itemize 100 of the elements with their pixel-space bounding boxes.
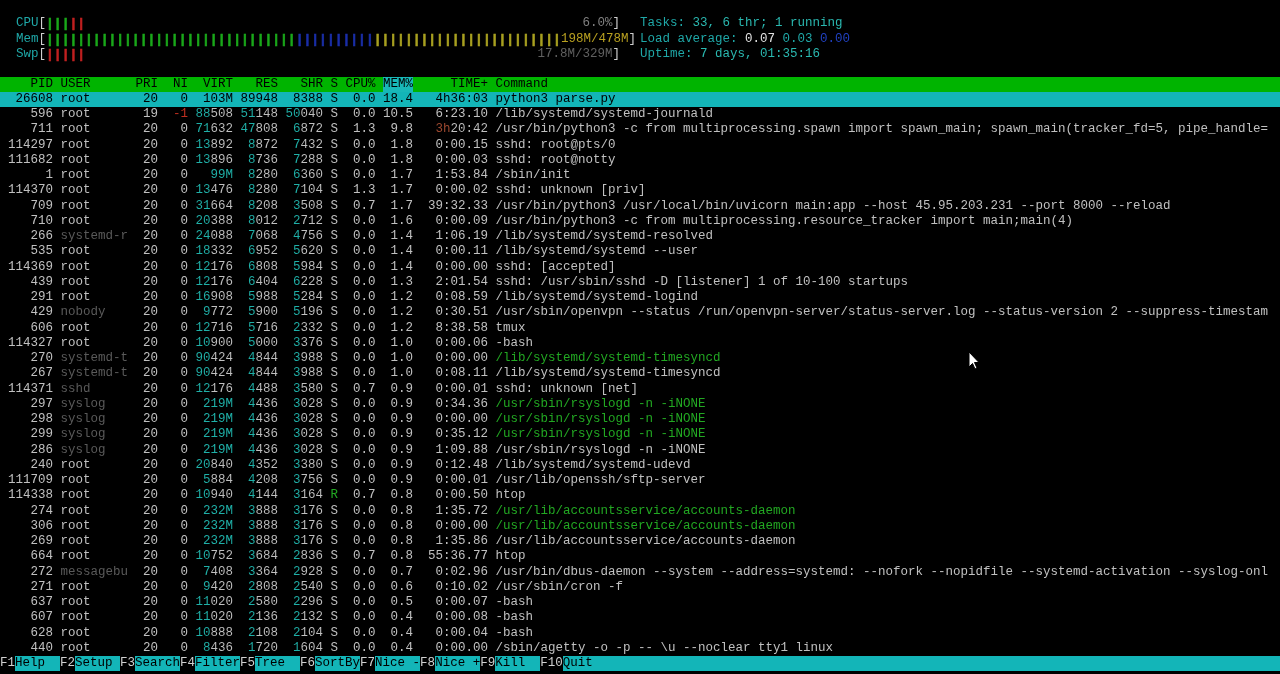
ni-cell-text: 0 <box>179 442 188 458</box>
process-row[interactable]: 271 root 20 0 9420 2808 2540 S 0.0 0.6 0:10.02 /usr/sbin/cron -f <box>0 579 1280 595</box>
process-row[interactable]: 269 root 20 0 232M 3888 3176 S 0.0 0.8 1:35.86 /usr/lib/accountsservice/accounts-daemon <box>0 534 1280 550</box>
function-key-button[interactable]: Filter <box>195 656 241 672</box>
mem-cell: 18.4 <box>383 91 413 107</box>
function-key-button[interactable]: Help <box>15 656 60 672</box>
meter-bracket: [ <box>38 31 47 47</box>
column-header[interactable]: CPU% <box>345 76 376 92</box>
pid-cell-text: 596 <box>29 107 53 123</box>
process-row[interactable]: 664 root 20 0 10752 3684 2836 S 0.7 0.8 55:36.77 htop <box>0 549 1280 565</box>
command-cell: -bash <box>495 335 533 351</box>
ni-cell-text: 0 <box>179 564 188 580</box>
meter-bracket: [ <box>38 47 47 63</box>
pid-cell-text: 271 <box>29 579 53 595</box>
mem-cell-text: 1.7 <box>389 183 413 199</box>
column-header[interactable]: PID <box>8 76 53 92</box>
cpu-cell-text: 0.0 <box>352 320 376 336</box>
process-row[interactable]: 1 root 20 0 99M 8280 6360 S 0.0 1.7 1:53.84 /sbin/init <box>0 168 1280 184</box>
column-header[interactable]: S <box>330 76 338 92</box>
function-key-button[interactable]: Nice - <box>375 656 421 672</box>
process-row[interactable]: 111709 root 20 0 5884 4208 3756 S 0.0 0.9 0:00.01 /usr/lib/openssh/sftp-server <box>0 473 1280 489</box>
column-header[interactable]: PRI <box>135 76 158 92</box>
function-key-button[interactable]: SortBy <box>315 656 361 672</box>
pid-cell-text: 709 <box>29 198 53 214</box>
process-row[interactable]: 535 root 20 0 18332 6952 5620 S 0.0 1.4 0:00.11 /lib/systemd/systemd --user <box>0 244 1280 260</box>
process-row[interactable]: 114369 root 20 0 12176 6808 5984 S 0.0 1.4 0:00.00 sshd: [accepted] <box>0 259 1280 275</box>
pid-cell-text: 274 <box>29 503 53 519</box>
process-row[interactable]: 710 root 20 0 20388 8012 2712 S 0.0 1.6 0:00.09 /usr/bin/python3 -c from multiprocessing.resource_tracker import main;main(4) <box>0 213 1280 229</box>
ni-cell-text: 0 <box>179 412 188 428</box>
function-key-button[interactable]: Kill <box>495 656 541 672</box>
pid-cell-text: 710 <box>29 213 53 229</box>
function-key: F6 <box>300 656 316 672</box>
process-row[interactable]: 114297 root 20 0 13892 8872 7432 S 0.0 1.8 0:00.15 sshd: root@pts/0 <box>0 137 1280 153</box>
process-row[interactable]: 306 root 20 0 232M 3888 3176 S 0.0 0.8 0:00.00 /usr/lib/accountsservice/accounts-daemon <box>0 518 1280 534</box>
column-header[interactable]: Command <box>495 76 548 92</box>
time-cell-text: 0:00.00 <box>434 640 488 656</box>
process-row[interactable]: 298 syslog 20 0 219M 4436 3028 S 0.0 0.9 0:00.00 /usr/sbin/rsyslogd -n -iNONE <box>0 412 1280 428</box>
column-header[interactable]: TIME+ <box>420 76 488 92</box>
process-row[interactable]: 291 root 20 0 16908 5988 5284 S 0.0 1.2 0:08.59 /lib/systemd/systemd-logind <box>0 290 1280 306</box>
function-key-button[interactable]: Setup <box>75 656 121 672</box>
process-row[interactable]: 286 syslog 20 0 219M 4436 3028 S 0.0 0.9 1:09.88 /usr/sbin/rsyslogd -n -iNONE <box>0 442 1280 458</box>
process-row[interactable]: 709 root 20 0 31664 8208 3508 S 0.7 1.7 39:32.33 /usr/bin/python3 /usr/local/bin/uvicorn main:app --host 45.95.203.231 --port 8000 --reload <box>0 198 1280 214</box>
cpu-cell-text: 0.0 <box>352 412 376 428</box>
pri-cell-text: 20 <box>142 366 158 382</box>
process-row[interactable]: 114371 sshd 20 0 12176 4488 3580 S 0.7 0.9 0:00.01 sshd: unknown [net] <box>0 381 1280 397</box>
command-cell: /lib/systemd/systemd-udevd <box>495 457 691 473</box>
ni-cell-text: 0 <box>179 473 188 489</box>
process-row[interactable]: 440 root 20 0 8436 1720 1604 S 0.0 0.4 0:00.00 /sbin/agetty -o -p -- \u --noclear tty1 linux <box>0 640 1280 656</box>
process-row[interactable]: 429 nobody 20 0 9772 5900 5196 S 0.0 1.2 0:30.51 /usr/sbin/openvpn --status /run/openvpn-server/status-server.log --status-version 2 --suppress-timestam <box>0 305 1280 321</box>
column-header[interactable]: USER <box>60 76 128 92</box>
function-key-button[interactable]: Tree <box>255 656 301 672</box>
function-key-button[interactable]: Search <box>135 656 181 672</box>
mem-cell-text: 0.8 <box>389 549 413 565</box>
cpu-cell-text: 0.0 <box>352 168 376 184</box>
process-row[interactable]: 267 systemd-t 20 0 90424 4844 3988 S 0.0 1.0 0:08.11 /lib/systemd/systemd-timesyncd <box>0 366 1280 382</box>
meter-bars: || <box>69 16 86 32</box>
column-header[interactable]: NI <box>165 76 188 92</box>
cpu-cell-text: 0.0 <box>352 244 376 260</box>
process-row[interactable]: 711 root 20 0 71632 47808 6872 S 1.3 9.8 3h20:42 /usr/bin/python3 -c from multiprocessing.spawn import spawn_main; spawn_main(tracker_fd=5, pipe_handle= <box>0 122 1280 138</box>
meter-reading: 6.0% <box>582 16 613 32</box>
user-cell: systemd-t <box>60 366 128 382</box>
process-row[interactable]: 114370 root 20 0 13476 8280 7104 S 1.3 1.7 0:00.02 sshd: unknown [priv] <box>0 183 1280 199</box>
pid-cell: 114370 <box>8 183 53 199</box>
s-cell: S <box>330 427 338 443</box>
function-key: F3 <box>120 656 136 672</box>
process-row[interactable]: 240 root 20 0 20840 4352 3380 S 0.0 0.9 0:12.48 /lib/systemd/systemd-udevd <box>0 457 1280 473</box>
column-header[interactable]: MEM% <box>383 76 413 92</box>
process-row[interactable]: 628 root 20 0 10888 2108 2104 S 0.0 0.4 0:00.04 -bash <box>0 625 1280 641</box>
time-cell-text: 0:00.00 <box>434 351 488 367</box>
process-row[interactable]: 439 root 20 0 12176 6404 6228 S 0.0 1.3 2:01.54 sshd: /usr/sbin/sshd -D [listener] 1 of 10-100 startups <box>0 274 1280 290</box>
process-row[interactable]: 266 systemd-r 20 0 24088 7068 4756 S 0.0 1.4 1:06.19 /lib/systemd/systemd-resolved <box>0 229 1280 245</box>
process-row[interactable]: 270 systemd-t 20 0 90424 4844 3988 S 0.0 1.0 0:00.00 /lib/systemd/systemd-timesyncd <box>0 351 1280 367</box>
time-cell-text: 8:38.58 <box>434 320 488 336</box>
process-row[interactable]: 606 root 20 0 12716 5716 2332 S 0.0 1.2 8:38.58 tmux <box>0 320 1280 336</box>
process-row[interactable]: 299 syslog 20 0 219M 4436 3028 S 0.0 0.9 0:35.12 /usr/sbin/rsyslogd -n -iNONE <box>0 427 1280 443</box>
process-row[interactable]: 114327 root 20 0 10900 5000 3376 S 0.0 1.0 0:00.06 -bash <box>0 335 1280 351</box>
cpu-cell-text: 0.0 <box>352 274 376 290</box>
column-header[interactable]: RES <box>240 76 278 92</box>
pid-cell: 114371 <box>8 381 53 397</box>
time-cell-text: 0:00.50 <box>434 488 488 504</box>
virt-cell-text: 219M <box>202 427 233 443</box>
process-row[interactable]: 637 root 20 0 11020 2580 2296 S 0.0 0.5 0:00.07 -bash <box>0 595 1280 611</box>
process-row[interactable]: 274 root 20 0 232M 3888 3176 S 0.0 0.8 1:35.72 /usr/lib/accountsservice/accounts-daemon <box>0 503 1280 519</box>
function-key-button[interactable]: Nice + <box>435 656 481 672</box>
column-header[interactable]: VIRT <box>195 76 233 92</box>
process-row[interactable]: 297 syslog 20 0 219M 4436 3028 S 0.0 0.9 0:34.36 /usr/sbin/rsyslogd -n -iNONE <box>0 396 1280 412</box>
pid-cell-text: 270 <box>29 351 53 367</box>
process-row[interactable]: 596 root 19 -1 88508 51148 50040 S 0.0 10.5 6:23.10 /lib/systemd/systemd-journald <box>0 107 1280 123</box>
process-row[interactable]: 111682 root 20 0 13896 8736 7288 S 0.0 1.8 0:00.03 sshd: root@notty <box>0 152 1280 168</box>
user-cell-text: root <box>60 198 92 214</box>
process-row[interactable]: 607 root 20 0 11020 2136 2132 S 0.0 0.4 0:00.08 -bash <box>0 610 1280 626</box>
process-row[interactable]: 114338 root 20 0 10940 4144 3164 R 0.7 0.8 0:00.50 htop <box>0 488 1280 504</box>
column-header[interactable]: SHR <box>285 76 323 92</box>
command-cell: -bash <box>495 595 533 611</box>
process-row[interactable]: 272 messagebu 20 0 7408 3364 2928 S 0.0 0.7 0:02.96 /usr/bin/dbus-daemon --system --address=systemd: --nofork --nopidfile --systemd-activation --syslog-onl <box>0 564 1280 580</box>
function-key-button[interactable]: Quit <box>562 656 1280 672</box>
user-cell-text: root <box>60 488 92 504</box>
ni-cell-text: 0 <box>179 152 188 168</box>
virt-cell-text: 219M <box>202 412 233 428</box>
s-cell: S <box>330 503 338 519</box>
